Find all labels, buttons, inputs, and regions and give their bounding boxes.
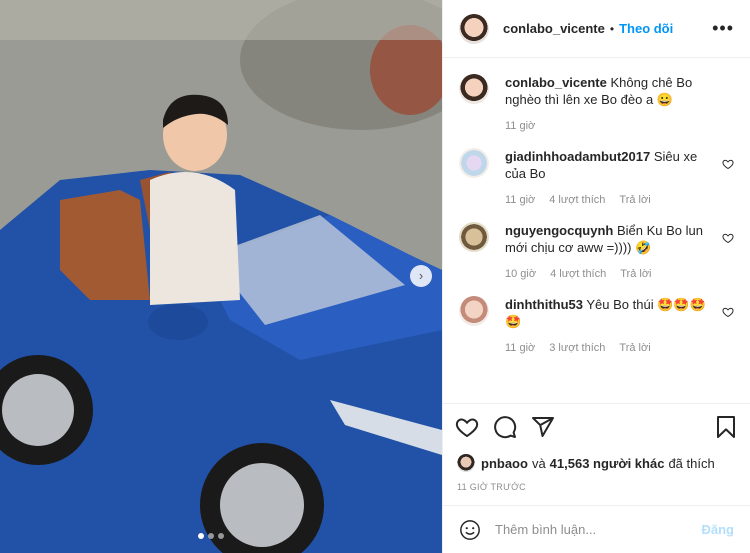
comment-time: 11 giờ (505, 120, 536, 132)
comment-likes[interactable]: 3 lượt thích (549, 342, 605, 354)
comment-text: dinhthithu53 Yêu Bo thúi 🤩🤩🤩 🤩 (505, 296, 721, 330)
post-header: conlabo_vicente • Theo dõi ••• (443, 0, 750, 58)
reply-button[interactable]: Trả lời (620, 268, 651, 280)
reply-button[interactable]: Trả lời (619, 342, 650, 354)
comment-time: 10 giờ (505, 268, 537, 280)
emoji-icon[interactable] (459, 519, 481, 541)
liker-avatar[interactable] (457, 454, 475, 472)
likes-summary: pnbaoo và 41,563 người khác đã thích (455, 454, 738, 472)
comment-username[interactable]: giadinhhoadambut2017 (505, 149, 650, 164)
comment-meta: 11 giờ (505, 120, 721, 132)
carousel-dot (208, 533, 214, 539)
post-sidebar: conlabo_vicente • Theo dõi ••• conlabo_v… (442, 0, 750, 553)
share-icon[interactable] (531, 415, 555, 439)
follow-button[interactable]: Theo dõi (619, 21, 673, 36)
comment-meta: 11 giờ 3 lượt thích Trả lời (505, 342, 721, 354)
comment-meta: 11 giờ 4 lượt thích Trả lời (505, 194, 721, 206)
comment: dinhthithu53 Yêu Bo thúi 🤩🤩🤩 🤩 11 giờ 3 … (459, 296, 734, 354)
heart-icon[interactable] (722, 158, 734, 170)
comments-list: conlabo_vicente Không chê Bo nghèo thì l… (443, 58, 750, 388)
comment-avatar[interactable] (459, 222, 489, 252)
carousel-dot (218, 533, 224, 539)
comment: giadinhhoadambut2017 Siêu xe của Bo 11 g… (459, 148, 734, 206)
likes-count[interactable]: 41,563 người khác (550, 456, 665, 471)
instagram-post: › conlabo_vicente • Theo dõi ••• conlabo… (0, 0, 750, 553)
chevron-right-icon[interactable]: › (410, 265, 432, 287)
likes-suffix: đã thích (668, 455, 715, 471)
comment-avatar[interactable] (459, 74, 489, 104)
bookmark-icon[interactable] (714, 415, 738, 439)
likes-connector: và (531, 455, 546, 471)
heart-icon[interactable] (722, 232, 734, 244)
header-separator: • (609, 21, 615, 36)
comment-username[interactable]: dinhthithu53 (505, 297, 583, 312)
action-icons (455, 412, 738, 442)
comment-meta: 10 giờ 4 lượt thích Trả lời (505, 268, 721, 280)
post-photo[interactable]: › (0, 0, 442, 553)
comment-time: 11 giờ (505, 194, 536, 206)
caption: conlabo_vicente Không chê Bo nghèo thì l… (459, 74, 734, 132)
liker-username[interactable]: pnbaoo (481, 456, 528, 471)
comment-avatar[interactable] (459, 148, 489, 178)
add-comment-bar: Đăng (443, 505, 750, 553)
carousel-indicator (198, 533, 224, 539)
comment-time: 11 giờ (505, 342, 536, 354)
comment-icon[interactable] (493, 415, 517, 439)
heart-icon[interactable] (722, 306, 734, 318)
toy-car-photo (0, 0, 442, 553)
heart-icon[interactable] (455, 415, 479, 439)
post-actions: pnbaoo và 41,563 người khác đã thích 11 … (443, 403, 750, 492)
author-username[interactable]: conlabo_vicente (503, 21, 605, 36)
comment-avatar[interactable] (459, 296, 489, 326)
reply-button[interactable]: Trả lời (619, 194, 650, 206)
comment-likes[interactable]: 4 lượt thích (550, 268, 606, 280)
comment-text: nguyengocquynh Biển Ku Bo lun mới chịu c… (505, 222, 721, 256)
comment: nguyengocquynh Biển Ku Bo lun mới chịu c… (459, 222, 734, 280)
comment-input[interactable] (495, 522, 702, 537)
post-comment-button[interactable]: Đăng (702, 522, 735, 537)
author-avatar[interactable] (459, 13, 489, 44)
comment-text: giadinhhoadambut2017 Siêu xe của Bo (505, 148, 721, 182)
carousel-dot (198, 533, 204, 539)
comment-likes[interactable]: 4 lượt thích (549, 194, 605, 206)
comment-text: conlabo_vicente Không chê Bo nghèo thì l… (505, 74, 721, 108)
more-options-icon[interactable]: ••• (712, 18, 734, 39)
post-timestamp[interactable]: 11 GIỜ TRƯỚC (455, 482, 738, 492)
comment-username[interactable]: conlabo_vicente (505, 75, 607, 90)
comment-username[interactable]: nguyengocquynh (505, 223, 613, 238)
